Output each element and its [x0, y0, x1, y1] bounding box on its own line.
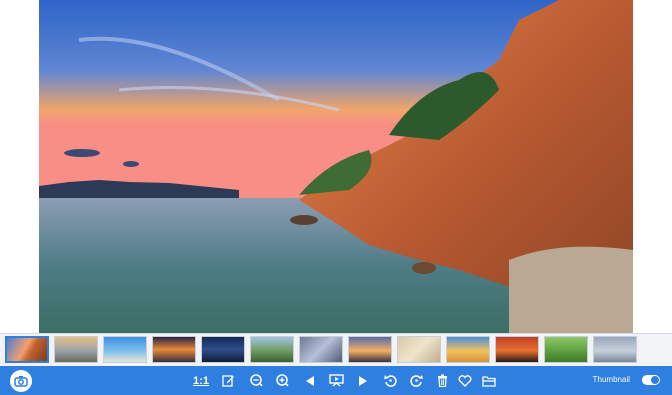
bottom-toolbar: 1:1 Thumbnail [0, 366, 672, 395]
image-viewer [0, 0, 672, 333]
thumb-cityscape[interactable] [593, 336, 637, 363]
thumb-desert-sunrise[interactable] [348, 336, 392, 363]
zoom-out-icon[interactable] [248, 366, 264, 395]
thumb-aerial-city[interactable] [299, 336, 343, 363]
thumb-golden-dunes[interactable] [446, 336, 490, 363]
actual-size-button[interactable]: 1:1 [192, 366, 210, 395]
thumbnail-toggle-label: Thumbnail [592, 375, 630, 384]
zoom-in-icon[interactable] [274, 366, 290, 395]
toggle-knob [651, 376, 659, 384]
camera-icon[interactable] [10, 370, 32, 392]
thumbnail-strip [0, 333, 672, 366]
thumb-coastal-cliffs[interactable] [5, 336, 49, 363]
open-folder-icon[interactable] [481, 366, 497, 395]
thumbnail-toggle[interactable] [642, 375, 660, 385]
thumb-lightning[interactable] [201, 336, 245, 363]
actual-size-label: 1:1 [193, 374, 209, 387]
rotate-left-icon[interactable] [382, 366, 398, 395]
thumb-red-sunset-tree[interactable] [495, 336, 539, 363]
thumb-beach-sunset[interactable] [54, 336, 98, 363]
next-icon[interactable] [355, 366, 371, 395]
favorite-icon[interactable] [457, 366, 473, 395]
thumb-palm-beach[interactable] [103, 336, 147, 363]
thumb-sunset-sea[interactable] [152, 336, 196, 363]
slideshow-icon[interactable] [327, 366, 345, 395]
delete-icon[interactable] [434, 366, 450, 395]
thumb-green-field[interactable] [544, 336, 588, 363]
thumb-sand-texture[interactable] [397, 336, 441, 363]
thumb-mountain-valley[interactable] [250, 336, 294, 363]
edit-icon[interactable] [220, 366, 236, 395]
rotate-right-icon[interactable] [408, 366, 424, 395]
main-photo [39, 0, 633, 333]
previous-icon[interactable] [301, 366, 317, 395]
